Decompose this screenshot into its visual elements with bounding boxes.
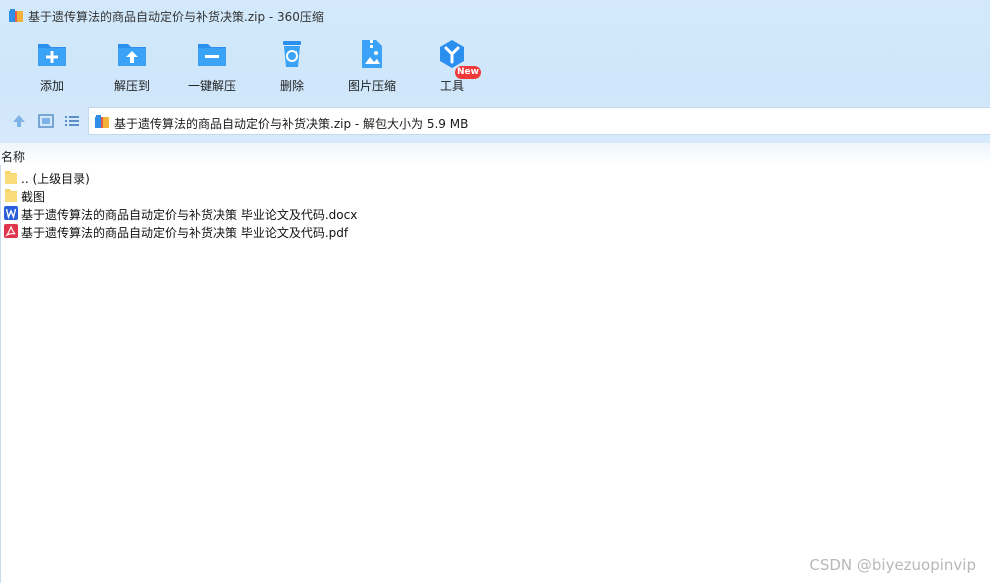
list-item-docx[interactable]: 基于遗传算法的商品自动定价与补货决策 毕业论文及代码.docx [0, 204, 600, 222]
navigation-bar: 基于遗传算法的商品自动定价与补货决策.zip - 解包大小为 5.9 MB [0, 106, 990, 136]
delete-button[interactable]: 删除 [254, 34, 330, 100]
add-label: 添加 [39, 79, 64, 93]
zip-archive-icon [9, 9, 23, 22]
list-view-icon[interactable] [64, 113, 80, 129]
folder-icon [5, 189, 17, 202]
watermark: CSDN @biyezuopinvip [809, 556, 976, 574]
up-arrow-icon[interactable] [11, 113, 27, 129]
extract-to-button[interactable]: 解压到 [94, 34, 170, 100]
image-compress-label: 图片压缩 [347, 79, 396, 93]
toolbar: 添加 解压到 一键解压 删除 图片压缩 工具 New [0, 34, 990, 100]
delete-label: 删除 [279, 79, 304, 93]
window-title: 基于遗传算法的商品自动定价与补货决策.zip - 360压缩 [28, 10, 324, 24]
title-bar: 基于遗传算法的商品自动定价与补货决策.zip - 360压缩 [0, 0, 990, 32]
word-document-icon [4, 206, 18, 220]
add-button[interactable]: 添加 [14, 34, 90, 100]
thumbnail-view-icon[interactable] [38, 113, 54, 129]
one-click-extract-button[interactable]: 一键解压 [174, 34, 250, 100]
list-item-pdf[interactable]: 基于遗传算法的商品自动定价与补货决策 毕业论文及代码.pdf [0, 222, 600, 240]
address-text: 基于遗传算法的商品自动定价与补货决策.zip - 解包大小为 5.9 MB [114, 117, 469, 131]
add-folder-icon [38, 44, 66, 66]
zip-archive-icon [95, 115, 109, 128]
address-bar[interactable]: 基于遗传算法的商品自动定价与补货决策.zip - 解包大小为 5.9 MB [88, 107, 990, 135]
column-header-label: 名称 [1, 150, 26, 164]
one-click-extract-label: 一键解压 [187, 79, 236, 93]
extract-to-label: 解压到 [113, 79, 150, 93]
file-name: .. (上级目录) [21, 172, 90, 186]
one-click-extract-icon [198, 44, 226, 66]
file-name: 基于遗传算法的商品自动定价与补货决策 毕业论文及代码.docx [21, 208, 358, 222]
file-name: 基于遗传算法的商品自动定价与补货决策 毕业论文及代码.pdf [21, 226, 349, 240]
folder-icon [5, 171, 17, 184]
tools-label: 工具 [439, 79, 464, 93]
image-compress-icon [362, 40, 382, 68]
list-item-screenshots-folder[interactable]: 截图 [0, 186, 600, 204]
file-name: 截图 [21, 190, 46, 204]
recycle-bin-icon [283, 41, 301, 67]
pdf-document-icon [4, 224, 18, 238]
header-area: 基于遗传算法的商品自动定价与补货决策.zip - 360压缩 添加 解压到 一键… [0, 0, 990, 143]
image-compress-button[interactable]: 图片压缩 [334, 34, 410, 100]
column-header-name[interactable]: 名称 [0, 143, 990, 165]
new-badge: New [455, 66, 481, 79]
extract-to-icon [118, 44, 146, 66]
list-item-parent-directory[interactable]: .. (上级目录) [0, 168, 600, 186]
